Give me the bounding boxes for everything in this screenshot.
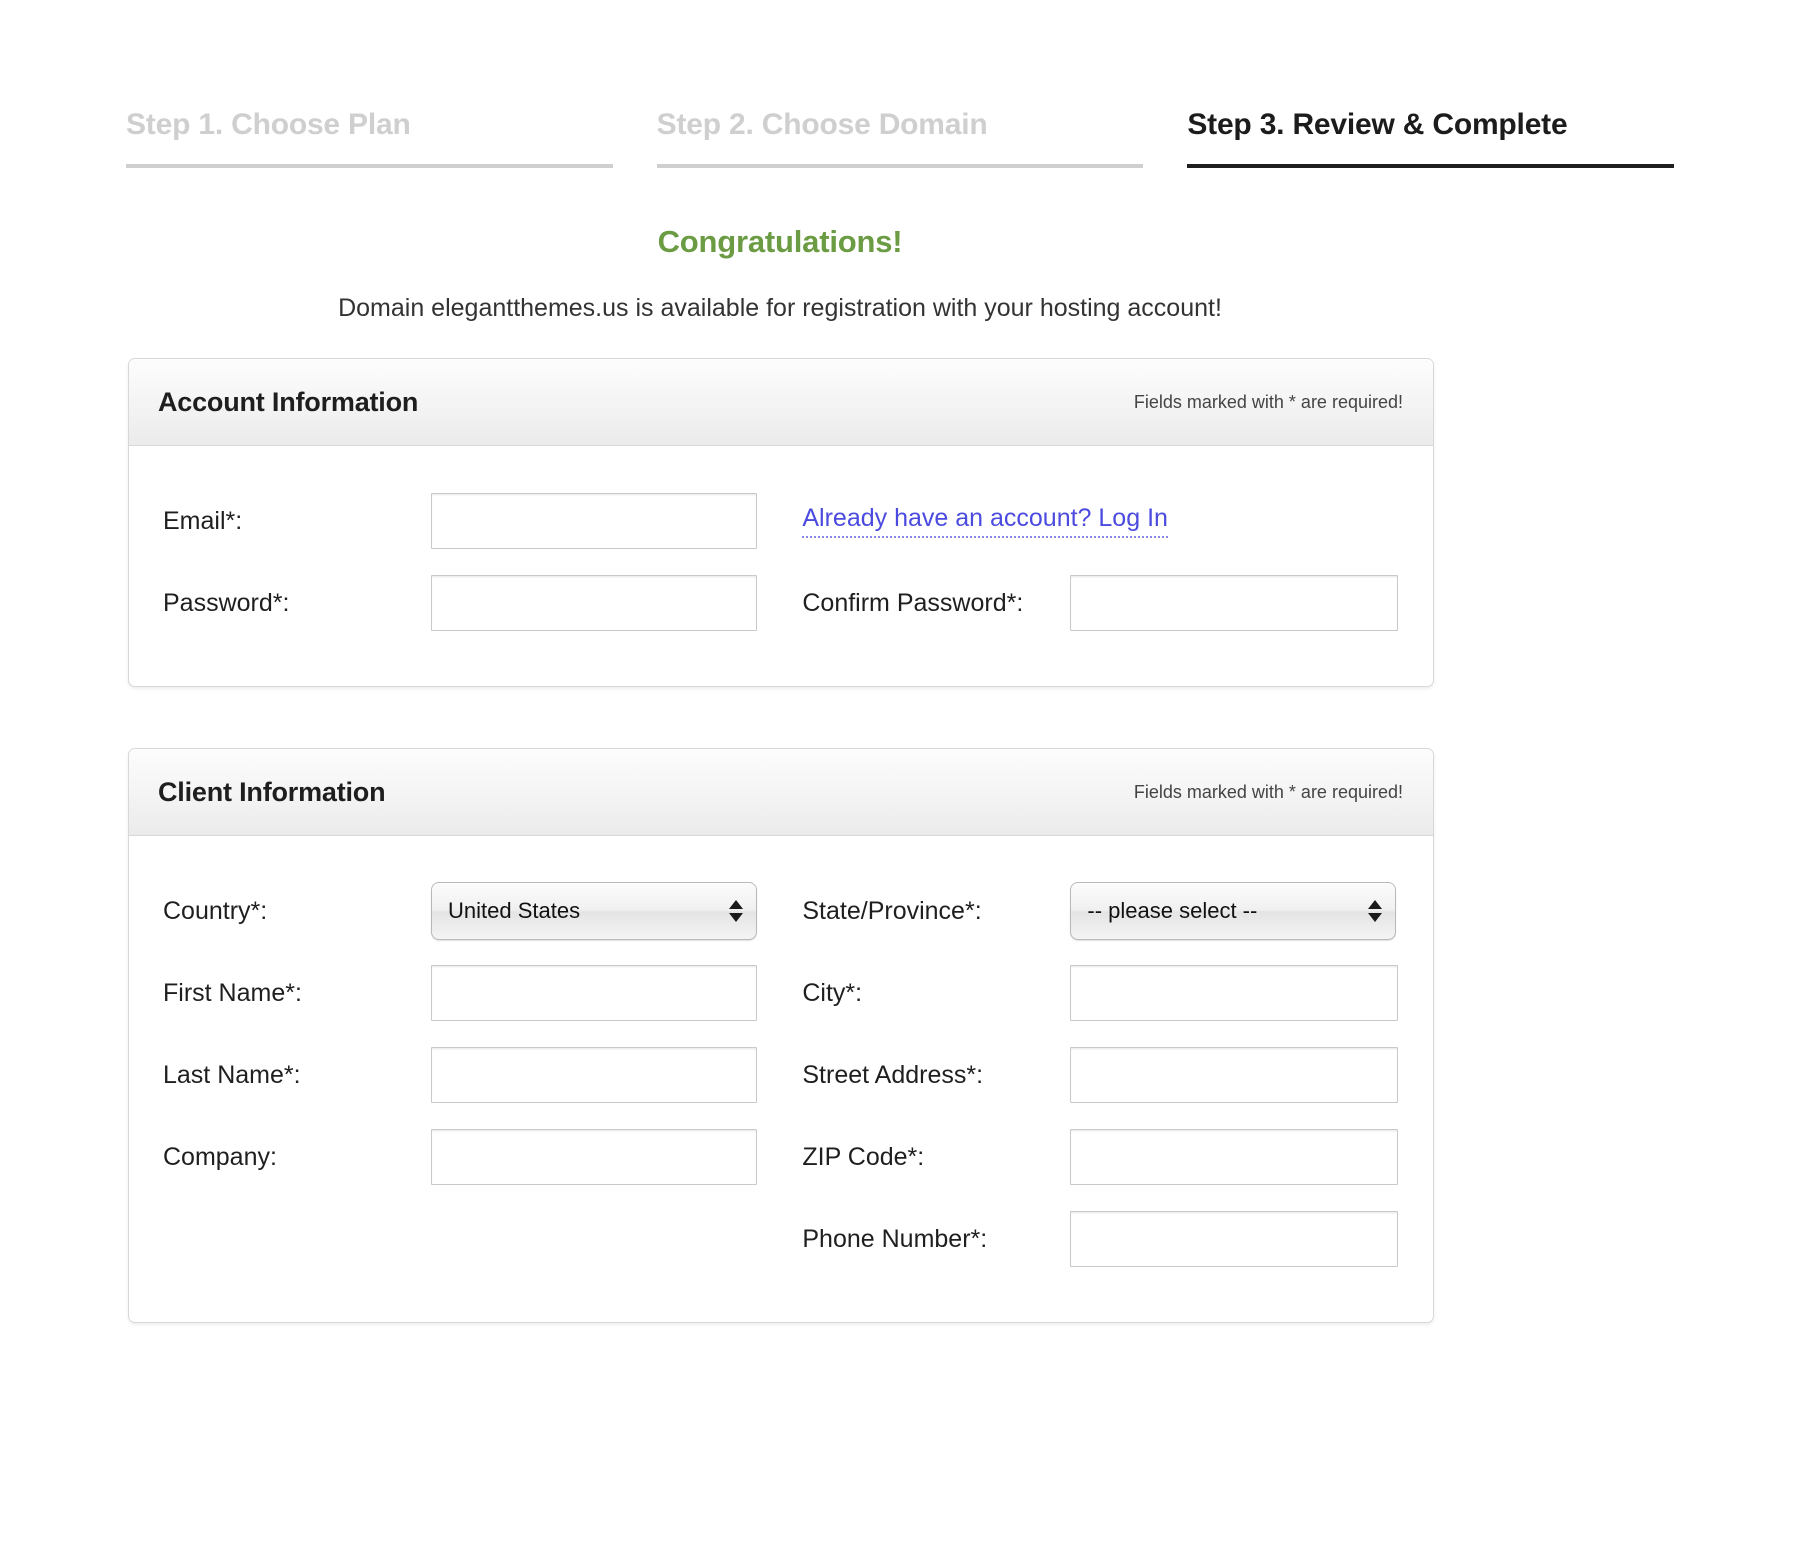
first-name-input[interactable] — [431, 965, 757, 1021]
email-label: Email*: — [163, 506, 243, 535]
form-row-password: Password*: Confirm Password*: — [163, 562, 1403, 644]
email-input[interactable] — [431, 493, 757, 549]
required-fields-note: Fields marked with * are required! — [1133, 391, 1403, 412]
company-input[interactable] — [431, 1129, 757, 1185]
domain-availability-message: Domain elegantthemes.us is available for… — [338, 294, 1222, 322]
company-label: Company: — [163, 1142, 277, 1171]
panel-title: Account Information — [158, 386, 419, 417]
signup-page: Step 1. Choose Plan Step 2. Choose Domai… — [0, 0, 1800, 1559]
congratulations-heading: Congratulations! — [657, 224, 903, 259]
country-select-value: United States — [431, 882, 757, 940]
zip-code-input[interactable] — [1070, 1129, 1399, 1185]
state-province-label: State/Province*: — [802, 896, 982, 925]
step-navigation: Step 1. Choose Plan Step 2. Choose Domai… — [126, 108, 1675, 168]
form-row-email: Email*: Already have an account? Log In — [163, 480, 1403, 562]
password-input[interactable] — [431, 575, 757, 631]
last-name-label: Last Name*: — [163, 1060, 301, 1089]
required-fields-note: Fields marked with * are required! — [1133, 781, 1403, 802]
step-tab-label: Step 3. Review & Complete — [1187, 108, 1568, 141]
form-row-country-state: Country*: United States State/Province*:… — [163, 870, 1403, 952]
account-panel-body: Email*: Already have an account? Log In … — [129, 446, 1433, 686]
zip-code-label: ZIP Code*: — [802, 1142, 925, 1171]
city-input[interactable] — [1070, 965, 1399, 1021]
login-link[interactable]: Already have an account? Log In — [802, 504, 1168, 538]
country-label: Country*: — [163, 896, 268, 925]
account-information-panel: Account Information Fields marked with *… — [128, 358, 1434, 687]
form-row-lastname-street: Last Name*: Street Address*: — [163, 1034, 1403, 1116]
client-panel-body: Country*: United States State/Province*:… — [129, 836, 1433, 1322]
last-name-input[interactable] — [431, 1047, 757, 1103]
step-tab-choose-domain[interactable]: Step 2. Choose Domain — [656, 108, 1144, 168]
state-province-select[interactable]: -- please select -- — [1070, 882, 1397, 940]
step-tab-choose-plan[interactable]: Step 1. Choose Plan — [126, 108, 613, 168]
client-information-panel: Client Information Fields marked with * … — [128, 748, 1434, 1323]
confirm-password-input[interactable] — [1070, 575, 1399, 631]
form-row-firstname-city: First Name*: City*: — [163, 952, 1403, 1034]
password-label: Password*: — [163, 588, 290, 617]
street-address-input[interactable] — [1070, 1047, 1399, 1103]
phone-number-input[interactable] — [1070, 1211, 1399, 1267]
step-tab-review-complete[interactable]: Step 3. Review & Complete — [1187, 108, 1675, 168]
step-tab-label: Step 1. Choose Plan — [126, 108, 411, 141]
step-tab-label: Step 2. Choose Domain — [656, 108, 988, 141]
form-row-phone: Phone Number*: — [163, 1198, 1403, 1280]
account-panel-header: Account Information Fields marked with *… — [129, 359, 1433, 446]
city-label: City*: — [802, 978, 863, 1007]
phone-number-label: Phone Number*: — [802, 1224, 988, 1253]
confirm-password-label: Confirm Password*: — [802, 588, 1024, 617]
country-select[interactable]: United States — [431, 882, 757, 940]
client-panel-header: Client Information Fields marked with * … — [129, 749, 1433, 836]
panel-title: Client Information — [158, 776, 386, 807]
street-address-label: Street Address*: — [802, 1060, 984, 1089]
state-province-select-value: -- please select -- — [1070, 882, 1397, 940]
form-row-company-zip: Company: ZIP Code*: — [163, 1116, 1403, 1198]
first-name-label: First Name*: — [163, 978, 302, 1007]
